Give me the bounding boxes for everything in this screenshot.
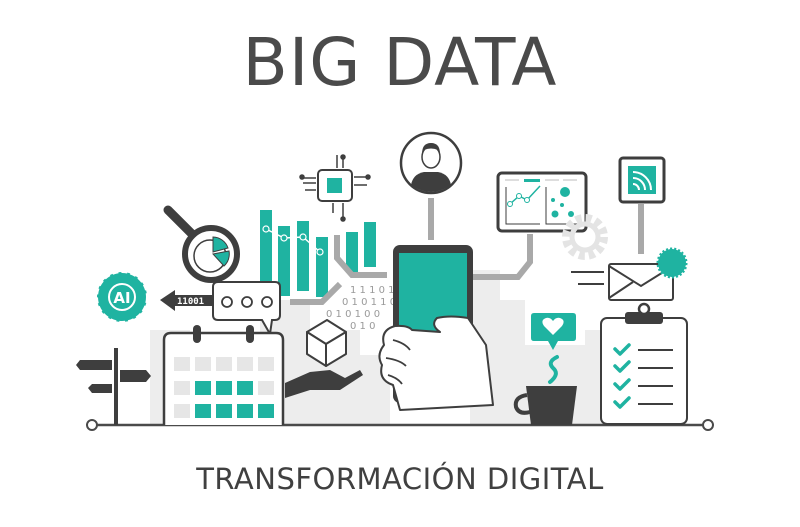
chat-bubble-icon bbox=[212, 281, 281, 338]
rss-feed-icon bbox=[618, 156, 666, 204]
page-subtitle: TRANSFORMACIÓN DIGITAL bbox=[196, 462, 604, 496]
calendar-icon bbox=[162, 325, 285, 425]
svg-text:1 1 1 0 1: 1 1 1 0 1 bbox=[350, 285, 395, 296]
checklist-clipboard-icon bbox=[600, 302, 688, 425]
signpost-icon bbox=[76, 348, 151, 425]
binary-arrow-icon: 11001 bbox=[160, 290, 215, 311]
binary-arrow-label: 11001 bbox=[177, 297, 204, 307]
svg-text:0 1 0 1 1 0: 0 1 0 1 1 0 bbox=[342, 297, 396, 308]
processor-chip-icon bbox=[299, 154, 371, 222]
ai-brain-icon: AI bbox=[96, 271, 148, 323]
user-avatar-icon bbox=[399, 131, 463, 195]
ai-label: AI bbox=[113, 289, 130, 307]
magnifier-pie-chart-icon bbox=[163, 205, 240, 283]
svg-text:0 1 0: 0 1 0 bbox=[350, 321, 375, 332]
email-envelope-icon bbox=[571, 247, 688, 301]
heart-notification-icon bbox=[531, 313, 576, 350]
big-data-illustration: AI 11001 1 1 1 0 1 0 1 0 1 1 0 0 1 0 1 0… bbox=[76, 131, 714, 431]
gear-icon bbox=[562, 214, 608, 260]
svg-text:0 1 0 1 0 0: 0 1 0 1 0 0 bbox=[326, 309, 380, 320]
